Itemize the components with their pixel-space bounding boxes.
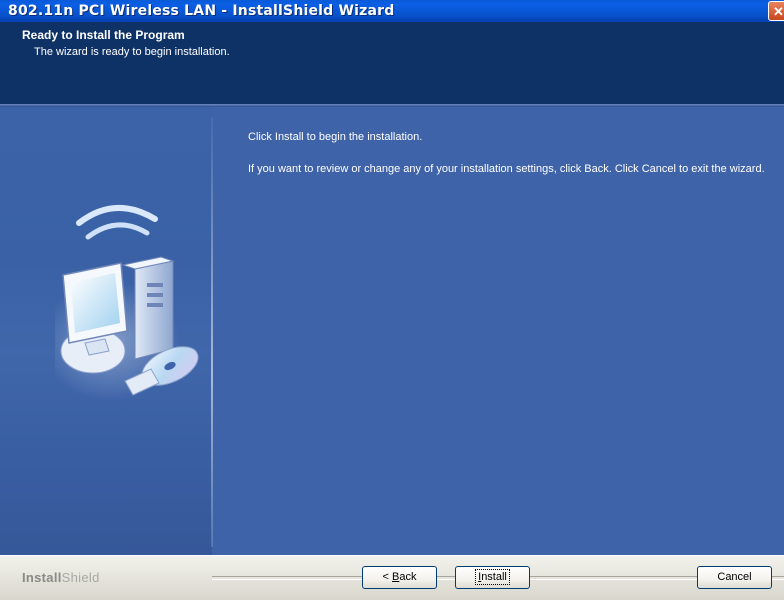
back-label-rest: ack (399, 571, 417, 583)
wizard-content: Click Install to begin the installation.… (0, 107, 784, 555)
close-button[interactable]: ✕ (768, 1, 784, 21)
install-label-rest: nstall (481, 571, 507, 583)
settings-note-text: If you want to review or change any of y… (248, 163, 765, 175)
step-title: Ready to Install the Program (22, 28, 185, 42)
installer-window: 802.11n PCI Wireless LAN - InstallShield… (0, 0, 784, 600)
install-button[interactable]: Install (455, 566, 530, 589)
install-focus-ring: Install (475, 569, 510, 585)
side-divider (211, 117, 213, 547)
wizard-header: Ready to Install the Program The wizard … (0, 22, 784, 104)
back-button[interactable]: < Back (362, 566, 437, 589)
logo-part-1: Install (22, 570, 62, 585)
instruction-text: Click Install to begin the installation. (248, 131, 423, 143)
wizard-footer: InstallShield < Back Install Cancel (0, 555, 784, 600)
window-title: 802.11n PCI Wireless LAN - InstallShield… (8, 3, 395, 19)
step-subtitle: The wizard is ready to begin installatio… (34, 46, 230, 58)
cancel-button[interactable]: Cancel (697, 566, 772, 589)
title-bar[interactable]: 802.11n PCI Wireless LAN - InstallShield… (0, 0, 784, 22)
logo-part-2: Shield (61, 570, 100, 585)
installshield-logo: InstallShield (22, 570, 100, 585)
side-panel (0, 107, 212, 555)
computer-wireless-cd-icon (55, 205, 199, 401)
back-label-prefix: < (382, 571, 392, 583)
close-icon: ✕ (773, 4, 784, 19)
